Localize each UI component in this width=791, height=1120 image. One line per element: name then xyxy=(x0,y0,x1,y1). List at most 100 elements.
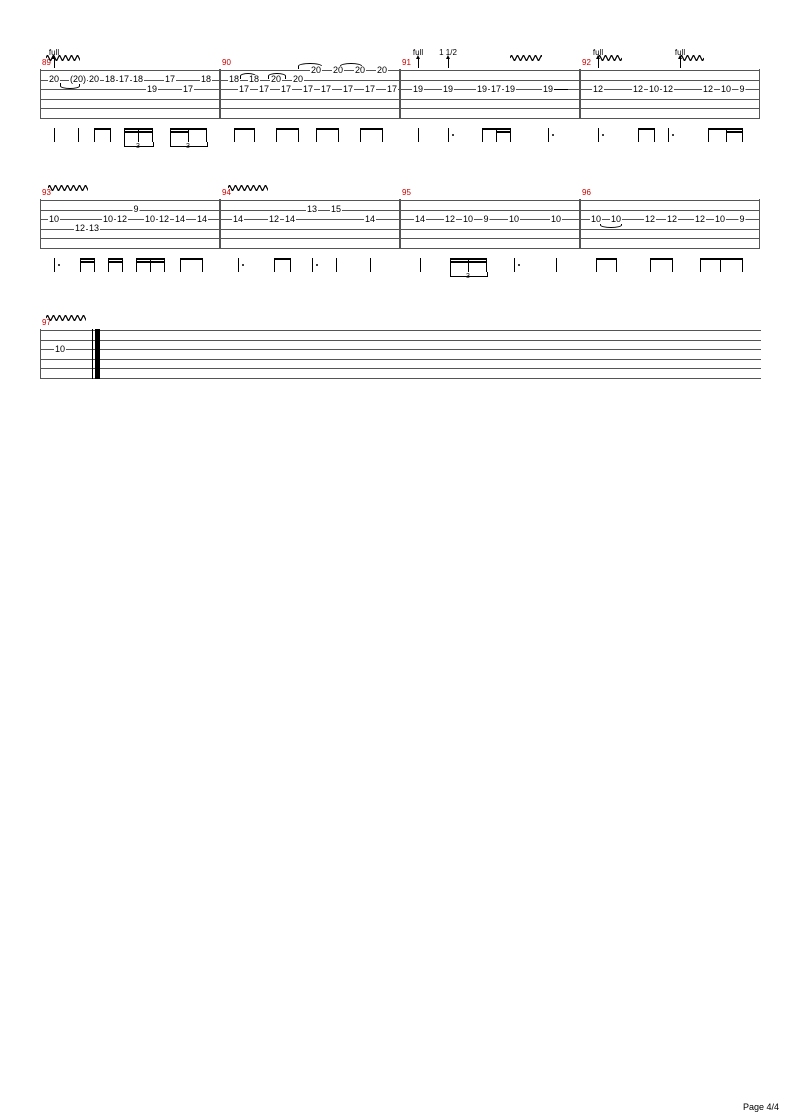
fret-number: 14 xyxy=(232,215,244,224)
stem xyxy=(338,128,339,142)
stem xyxy=(316,128,317,142)
fret-number: 20 xyxy=(332,66,344,75)
fret-number: 20 xyxy=(270,75,282,84)
fret-number: 19 xyxy=(504,85,516,94)
stem xyxy=(486,258,487,272)
fret-number: 17 xyxy=(238,85,250,94)
stem xyxy=(556,258,557,272)
fret-number: 10 xyxy=(144,215,156,224)
beam xyxy=(316,128,338,130)
measure-number: 96 xyxy=(582,188,591,197)
barline xyxy=(40,329,41,379)
beam xyxy=(276,128,298,130)
beam xyxy=(180,258,202,260)
stem xyxy=(290,258,291,272)
fret-number: 10 xyxy=(720,85,732,94)
stem xyxy=(202,258,203,272)
rhythm-row xyxy=(580,258,760,278)
rhythm-row xyxy=(580,128,760,148)
stem xyxy=(94,128,95,142)
fret-number: (20) xyxy=(69,75,87,84)
fret-number: 10 xyxy=(610,215,622,224)
barline xyxy=(40,69,41,119)
stem xyxy=(548,128,549,142)
fret-number: 10 xyxy=(550,215,562,224)
beam xyxy=(720,258,742,260)
fret-number: 17 xyxy=(182,85,194,94)
fret-number: 12 xyxy=(268,215,280,224)
measure: 9018171817201720172017201720172017 xyxy=(220,70,400,118)
vibrato-mark xyxy=(228,178,268,184)
fret-number: 14 xyxy=(284,215,296,224)
barline xyxy=(759,199,760,249)
bend-arrow-icon xyxy=(418,58,419,68)
fret-number: 17 xyxy=(302,85,314,94)
vibrato-mark xyxy=(48,178,88,184)
beam xyxy=(726,131,742,133)
tab-row: 9310121310129101214149414121413151495141… xyxy=(40,180,761,300)
fret-number: 10 xyxy=(508,215,520,224)
tuplet-number: 3 xyxy=(466,273,470,280)
stem xyxy=(382,128,383,142)
beam xyxy=(360,128,382,130)
fret-number: 18 xyxy=(248,75,260,84)
measure: 95141210910103 xyxy=(400,200,580,248)
fret-number: 20 xyxy=(376,66,388,75)
beam xyxy=(108,258,122,260)
stem xyxy=(672,258,673,272)
beam xyxy=(136,258,164,260)
stem xyxy=(598,128,599,142)
stem xyxy=(276,128,277,142)
dot xyxy=(518,264,520,266)
rhythm-row xyxy=(400,128,580,148)
fret-number: 20 xyxy=(88,75,100,84)
stem xyxy=(668,128,669,142)
measure: 91full1 1/2191919171919 xyxy=(400,70,580,118)
fret-number: 12 xyxy=(694,215,706,224)
stem xyxy=(188,128,189,142)
fret-number: 15 xyxy=(330,205,342,214)
beam xyxy=(650,258,672,260)
bend-arrow-icon xyxy=(54,58,55,68)
fret-number: 14 xyxy=(364,215,376,224)
fret-number: 13 xyxy=(306,205,318,214)
fret-number: 12 xyxy=(444,215,456,224)
fret-number: 17 xyxy=(118,75,130,84)
fret-number: 12 xyxy=(116,215,128,224)
fret-number: 17 xyxy=(342,85,354,94)
barline xyxy=(220,69,221,119)
fret-number: 9 xyxy=(482,215,489,224)
beam xyxy=(108,261,122,263)
stem xyxy=(482,128,483,142)
stem xyxy=(94,258,95,272)
vibrato-mark xyxy=(46,308,86,314)
beam xyxy=(124,131,152,133)
beam xyxy=(170,128,206,130)
staff-lines xyxy=(40,330,761,378)
page-number: Page 4/4 xyxy=(743,1102,779,1112)
tuplet-number: 3 xyxy=(136,143,140,150)
stem xyxy=(180,258,181,272)
fret-number: 17 xyxy=(490,85,502,94)
fret-number: 14 xyxy=(196,215,208,224)
bend-arrow-icon xyxy=(680,58,681,68)
fret-number: 12 xyxy=(632,85,644,94)
tuplet-number: 3 xyxy=(186,143,190,150)
bend-arrow-icon xyxy=(598,58,599,68)
stem xyxy=(360,128,361,142)
barline xyxy=(40,199,41,249)
dot xyxy=(452,134,454,136)
rhythm-row xyxy=(220,258,400,278)
stem xyxy=(78,128,79,142)
dot xyxy=(242,264,244,266)
beam xyxy=(596,258,616,260)
bend-arrow-icon xyxy=(448,58,449,68)
stem xyxy=(514,258,515,272)
fret-number: 18 xyxy=(104,75,116,84)
fret-number: 17 xyxy=(386,85,398,94)
barline xyxy=(400,69,401,119)
fret-number: 20 xyxy=(354,66,366,75)
fret-number: 18 xyxy=(228,75,240,84)
stem xyxy=(234,128,235,142)
fret-number: 10 xyxy=(462,215,474,224)
